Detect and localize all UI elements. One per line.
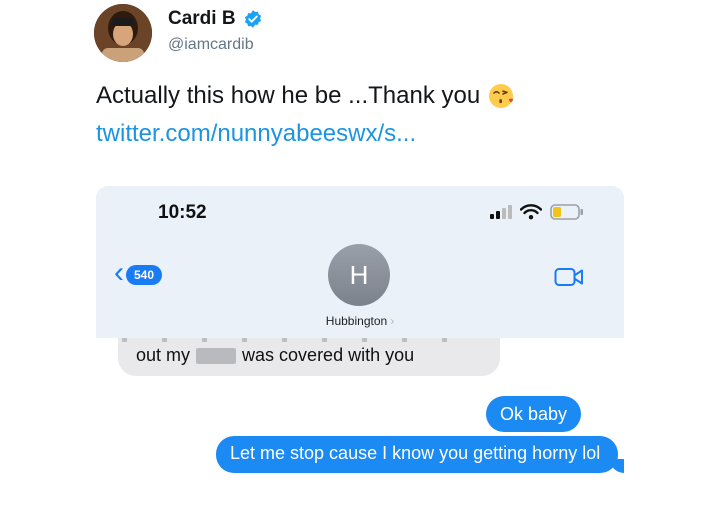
user-handle[interactable]: @iamcardib: [168, 36, 254, 54]
verified-badge-icon: [243, 9, 263, 29]
name-row: Cardi B: [168, 8, 263, 30]
messages-header: 10:52 ‹ 540 H Hubbington ›: [96, 186, 624, 338]
facetime-video-icon[interactable]: [554, 266, 584, 288]
message-text-after: was covered with you: [242, 345, 415, 365]
message-bubble-outgoing[interactable]: Ok baby: [486, 396, 582, 432]
status-time: 10:52: [158, 202, 207, 223]
tweet-link[interactable]: twitter.com/nunnyabeeswx/s...: [96, 120, 416, 148]
contact-name-label: Hubbington: [325, 314, 388, 328]
redacted-word: [196, 347, 237, 364]
status-icons: [490, 204, 584, 225]
profile-avatar[interactable]: [94, 4, 152, 62]
message-bubble-outgoing[interactable]: Let me stop cause I know you getting hor…: [216, 436, 624, 473]
contact-avatar[interactable]: H: [328, 244, 390, 306]
battery-icon: [550, 204, 584, 225]
kiss-emoji-icon: [488, 82, 516, 110]
message-text: out my was covered with you: [136, 344, 414, 367]
avatar-image: [94, 4, 152, 62]
cropped-text-fragment: [122, 338, 482, 342]
display-name[interactable]: Cardi B: [168, 8, 236, 30]
chevron-right-icon: ›: [390, 314, 395, 328]
tweet-text-content: Actually this how he be ...Thank you: [96, 82, 481, 109]
message-text: Let me stop cause I know you getting hor…: [230, 443, 601, 463]
embedded-screenshot[interactable]: 10:52 ‹ 540 H Hubbington › out my was co…: [96, 186, 624, 506]
message-bubble-incoming[interactable]: out my was covered with you: [118, 338, 500, 376]
message-text: Ok baby: [500, 403, 568, 424]
tweet-text: Actually this how he be ...Thank you: [96, 82, 516, 110]
contact-name[interactable]: Hubbington ›: [96, 314, 624, 328]
unread-count-badge: 540: [126, 265, 163, 285]
contact-initial: H: [349, 259, 369, 290]
wifi-icon: [519, 204, 543, 225]
bubble-tail: [610, 459, 624, 473]
chevron-left-icon: ‹: [114, 256, 124, 289]
back-button[interactable]: ‹ 540: [114, 258, 163, 288]
message-text-before: out my: [136, 345, 191, 365]
signal-icon: [490, 205, 512, 224]
